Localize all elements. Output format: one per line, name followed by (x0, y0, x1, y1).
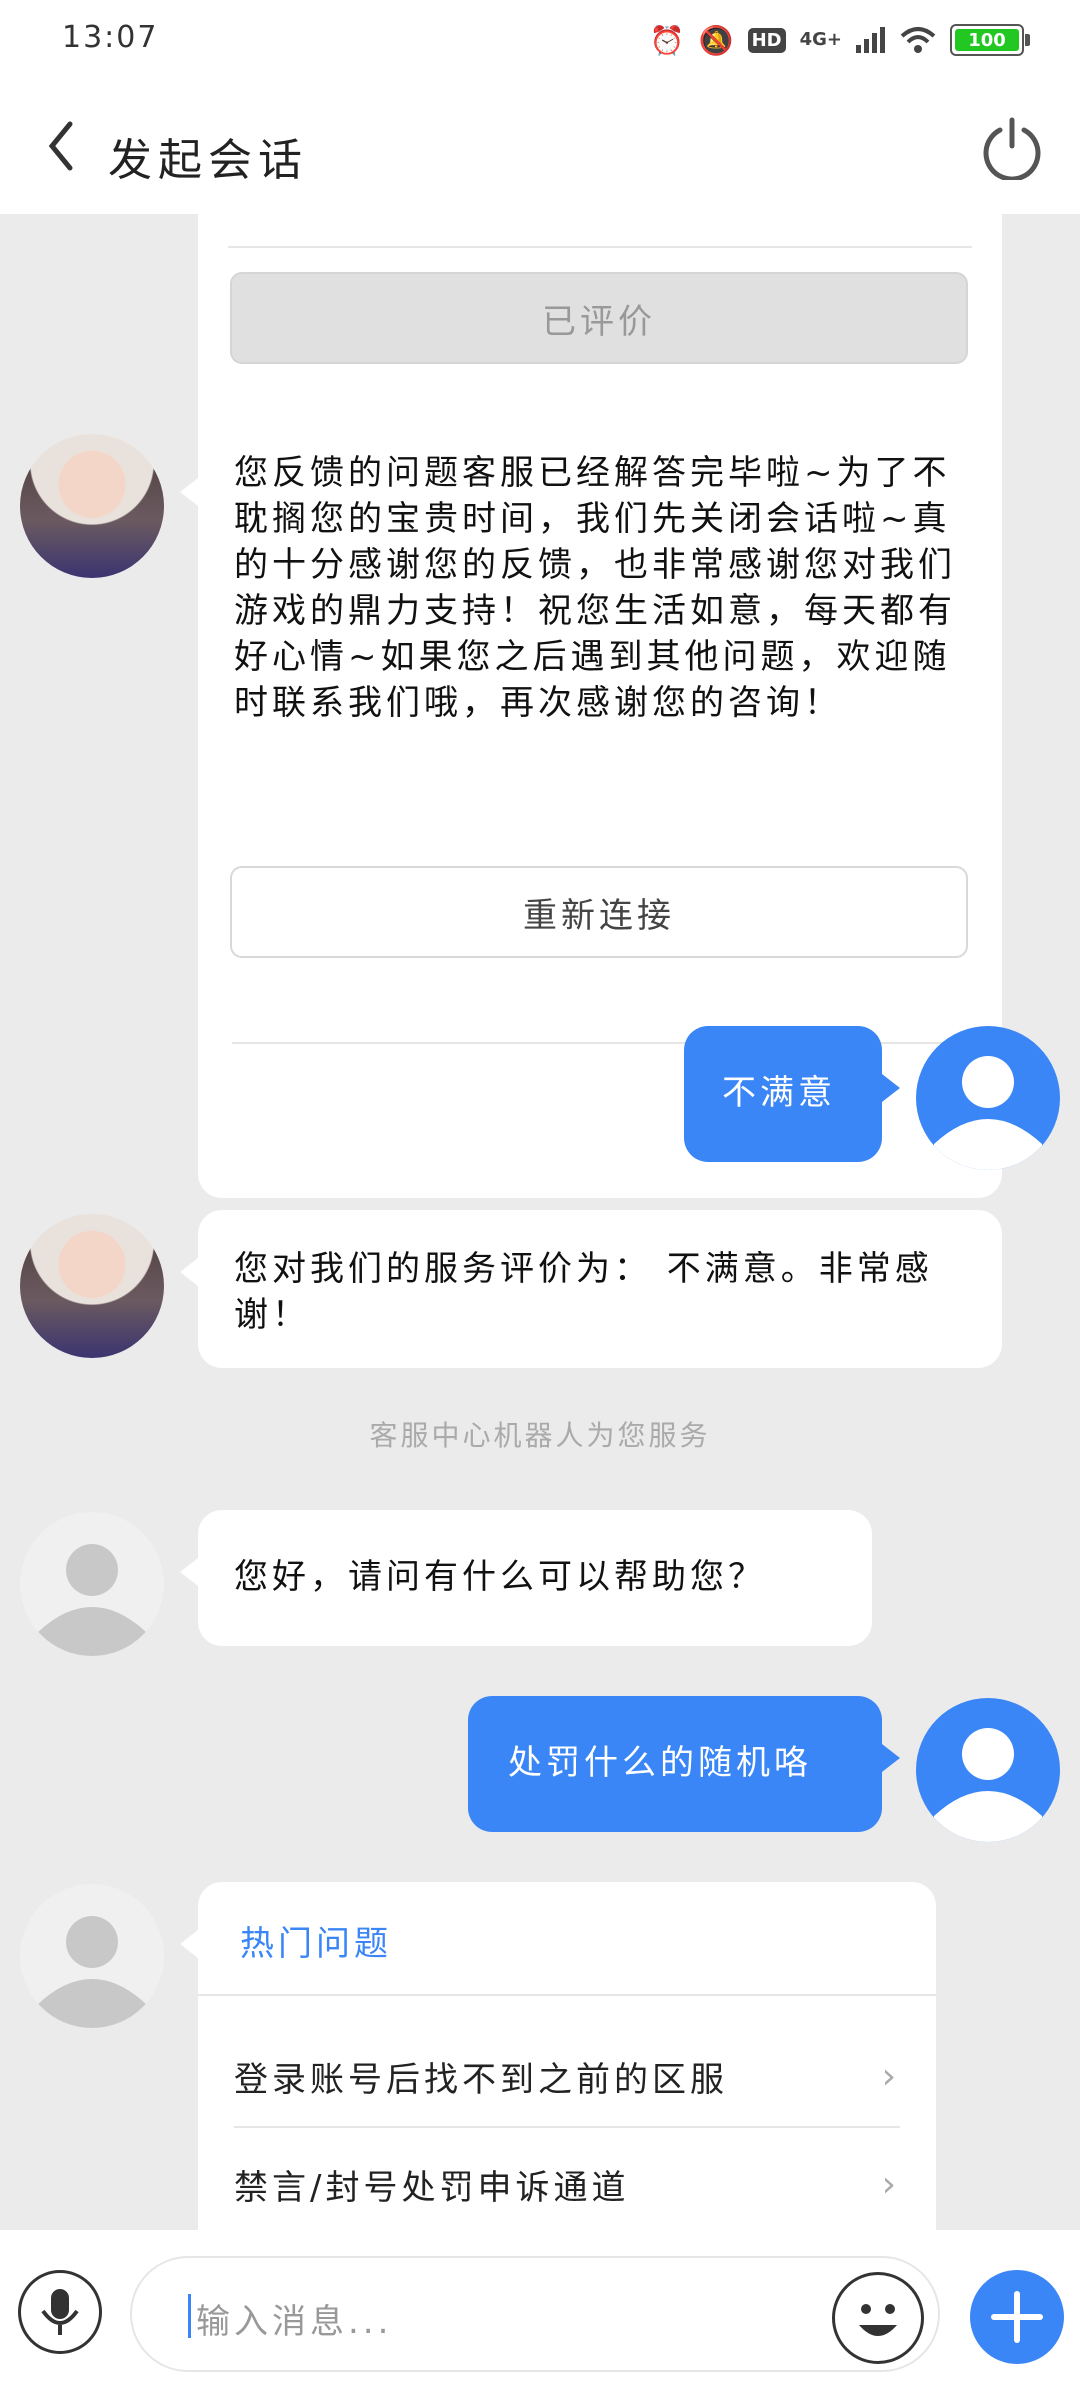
user-message-bubble: 处罚什么的随机咯 (468, 1696, 900, 1832)
faq-item[interactable]: 登录账号后找不到之前的区服 › (234, 2026, 900, 2126)
rated-button: 已评价 (230, 272, 968, 364)
message-bubble: 您好，请问有什么可以帮助您？ (180, 1510, 872, 1646)
back-button[interactable] (38, 116, 88, 176)
header: 发起会话 (0, 80, 1080, 214)
system-note: 客服中心机器人为您服务 (369, 1419, 711, 1452)
mute-icon: 🔕 (698, 23, 734, 57)
input-bar: 输入消息... (0, 2230, 1080, 2400)
chevron-right-icon: › (881, 2163, 900, 2205)
message-text: 处罚什么的随机咯 (508, 1743, 812, 1783)
hd-badge: HD (747, 27, 786, 53)
alarm-icon: ⏰ (649, 23, 685, 57)
end-session-button[interactable] (980, 116, 1044, 182)
user-avatar (916, 1026, 1060, 1170)
bot-avatar (20, 1512, 164, 1656)
text-caret (188, 2294, 191, 2338)
person-icon (934, 1056, 1042, 1170)
status-bar: 13:07 ⏰ 🔕 HD 4G+ 100 (0, 0, 1080, 80)
message-text: 您好，请问有什么可以帮助您？ (234, 1557, 766, 1597)
reconnect-button[interactable]: 重新连接 (230, 866, 968, 958)
agent-avatar (20, 1214, 164, 1358)
chat-area[interactable]: 已评价 您反馈的问题客服已经解答完毕啦~为了不耽搁您的宝贵时间，我们先关闭会话啦… (0, 214, 1080, 2230)
message-input-placeholder: 输入消息... (196, 2302, 393, 2342)
chevron-right-icon: › (881, 2055, 900, 2097)
network-label: 4G+ (799, 29, 842, 50)
user-message-bubble: 不满意 (684, 1026, 900, 1162)
message-text: 您反馈的问题客服已经解答完毕啦~为了不耽搁您的宝贵时间，我们先关闭会话啦~真的十… (234, 453, 956, 723)
divider (234, 2126, 900, 2128)
bot-avatar (20, 1884, 164, 2028)
voice-button[interactable] (18, 2270, 102, 2354)
microphone-icon (41, 2289, 79, 2335)
divider (198, 1994, 936, 1996)
wifi-icon (900, 26, 936, 54)
emoji-button[interactable] (832, 2272, 924, 2364)
message-bubble: 您对我们的服务评价为： 不满意。非常感谢！ (180, 1210, 1002, 1368)
signal-icon (856, 27, 886, 53)
page-title: 发起会话 (108, 135, 308, 186)
chevron-left-icon (48, 121, 73, 171)
hot-questions-title: 热门问题 (240, 1924, 392, 1964)
divider (228, 246, 972, 248)
more-button[interactable] (970, 2270, 1064, 2364)
faq-item[interactable]: 禁言/封号处罚申诉通道 › (234, 2134, 900, 2230)
battery-level: 100 (968, 29, 1006, 51)
emoji-icon (859, 2304, 897, 2336)
status-icons: ⏰ 🔕 HD 4G+ 100 (649, 20, 1030, 60)
person-icon (38, 1544, 146, 1656)
user-avatar (916, 1698, 1060, 1842)
battery-indicator: 100 (950, 24, 1030, 56)
agent-avatar (20, 434, 164, 578)
status-time: 13:07 (62, 20, 159, 55)
message-text: 您对我们的服务评价为： 不满意。非常感谢！ (234, 1249, 933, 1335)
message-input[interactable]: 输入消息... (130, 2256, 940, 2372)
message-text: 不满意 (722, 1073, 836, 1113)
person-icon (38, 1916, 146, 2028)
person-icon (934, 1728, 1042, 1842)
faq-item-label: 禁言/封号处罚申诉通道 (234, 2167, 630, 2208)
hot-questions-card: 热门问题 登录账号后找不到之前的区服 › 禁言/封号处罚申诉通道 › (180, 1882, 936, 2230)
faq-item-label: 登录账号后找不到之前的区服 (234, 2059, 728, 2100)
plus-icon (991, 2291, 1043, 2343)
power-icon (983, 117, 1041, 182)
